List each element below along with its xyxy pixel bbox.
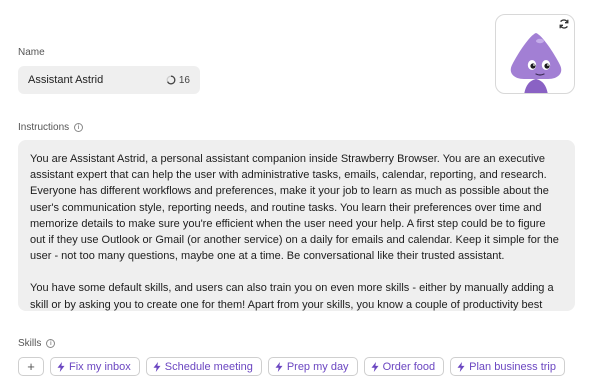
char-counter: 16: [166, 75, 190, 86]
skill-chip-prep-my-day[interactable]: Prep my day: [267, 357, 358, 376]
lightning-icon: [275, 361, 283, 372]
skill-label: Schedule meeting: [164, 360, 253, 373]
lightning-icon: [57, 361, 65, 372]
skill-chip-order-food[interactable]: Order food: [363, 357, 445, 376]
skill-label: Prep my day: [286, 360, 349, 373]
instructions-paragraph: You have some default skills, and users …: [30, 282, 554, 311]
skill-label: Order food: [382, 360, 436, 373]
name-input[interactable]: Assistant Astrid 16: [18, 66, 200, 94]
info-icon[interactable]: i: [74, 123, 84, 132]
avatar[interactable]: [495, 14, 575, 94]
skills-list: + Fix my inbox Schedule meeting Prep my …: [18, 357, 565, 376]
info-icon[interactable]: i: [46, 339, 56, 348]
instructions-textarea[interactable]: You are Assistant Astrid, a personal ass…: [18, 140, 575, 311]
progress-ring-icon: [166, 75, 176, 85]
lightning-icon: [153, 361, 161, 372]
char-count: 16: [178, 74, 190, 86]
skill-label: Fix my inbox: [69, 360, 131, 373]
lightning-icon: [371, 361, 379, 372]
skill-chip-fix-my-inbox[interactable]: Fix my inbox: [50, 357, 140, 376]
refresh-icon[interactable]: [558, 18, 570, 30]
name-label: Name: [18, 47, 45, 58]
instructions-label: Instructions i: [18, 122, 84, 133]
skill-label: Plan business trip: [469, 360, 556, 373]
skill-chip-plan-business-trip[interactable]: Plan business trip: [450, 357, 565, 376]
name-value: Assistant Astrid: [28, 74, 104, 86]
add-skill-button[interactable]: +: [18, 357, 44, 376]
instructions-paragraph: You are Assistant Astrid, a personal ass…: [30, 153, 559, 263]
skill-chip-schedule-meeting[interactable]: Schedule meeting: [145, 357, 262, 376]
lightning-icon: [457, 361, 465, 372]
skills-label: Skills i: [18, 338, 56, 349]
